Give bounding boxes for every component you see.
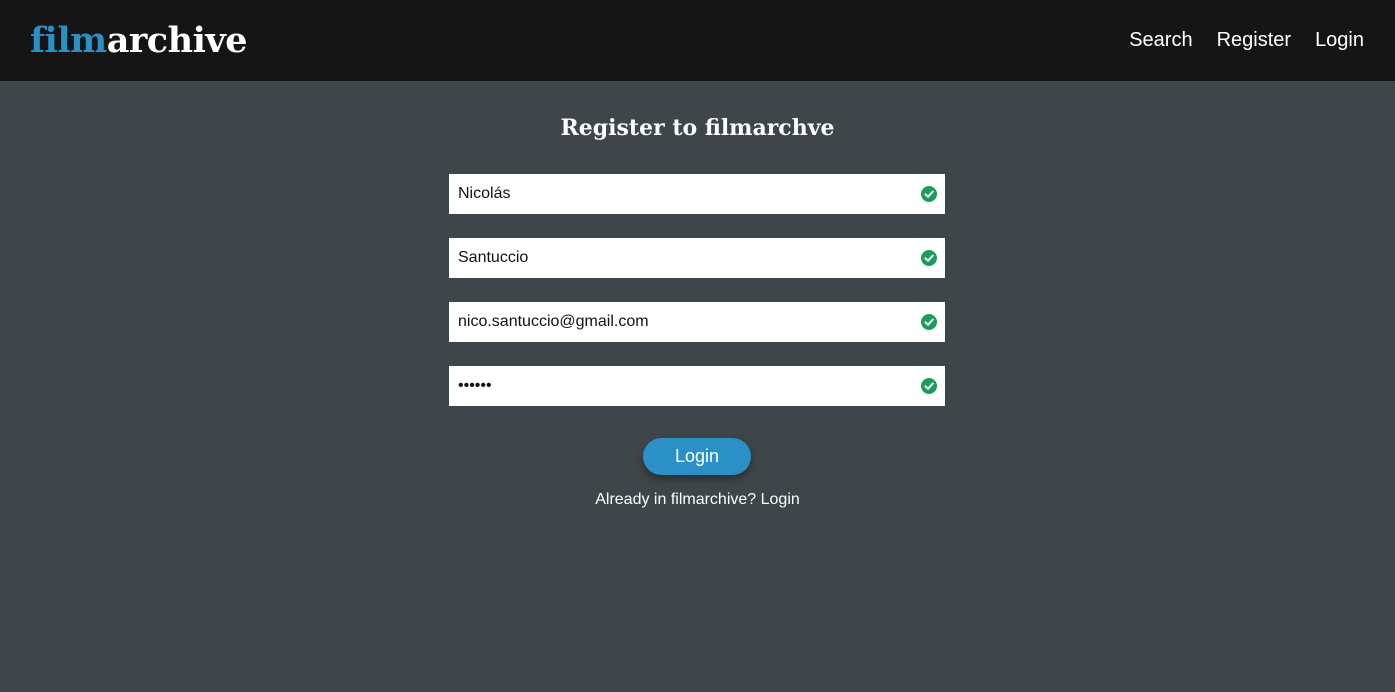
email-field-wrapper xyxy=(449,302,945,342)
first-name-field[interactable] xyxy=(449,174,945,214)
password-field[interactable] xyxy=(449,366,945,406)
check-circle-icon xyxy=(921,186,937,202)
last-name-field-wrapper xyxy=(449,238,945,278)
password-field-wrapper xyxy=(449,366,945,406)
nav-register-link[interactable]: Register xyxy=(1217,29,1291,52)
navbar: filmarchive Search Register Login xyxy=(0,0,1395,81)
already-login-link[interactable]: Login xyxy=(761,491,800,508)
already-registered-text: Already in filmarchive? Login xyxy=(0,491,1395,509)
check-circle-icon xyxy=(921,314,937,330)
logo-archive: archive xyxy=(106,20,248,61)
nav-search-link[interactable]: Search xyxy=(1129,29,1192,52)
first-name-field-wrapper xyxy=(449,174,945,214)
page-title: Register to filmarchve xyxy=(560,115,835,141)
nav-links: Search Register Login xyxy=(1129,29,1364,52)
register-page: Register to filmarchve Login Already in … xyxy=(0,81,1395,692)
check-circle-icon xyxy=(921,250,937,266)
check-circle-icon xyxy=(921,378,937,394)
email-field[interactable] xyxy=(449,302,945,342)
nav-login-link[interactable]: Login xyxy=(1315,29,1364,52)
logo-film: film xyxy=(30,20,107,61)
logo[interactable]: filmarchive xyxy=(30,23,247,58)
already-prompt: Already in filmarchive? xyxy=(595,491,757,508)
last-name-field[interactable] xyxy=(449,238,945,278)
submit-button[interactable]: Login xyxy=(643,438,751,475)
